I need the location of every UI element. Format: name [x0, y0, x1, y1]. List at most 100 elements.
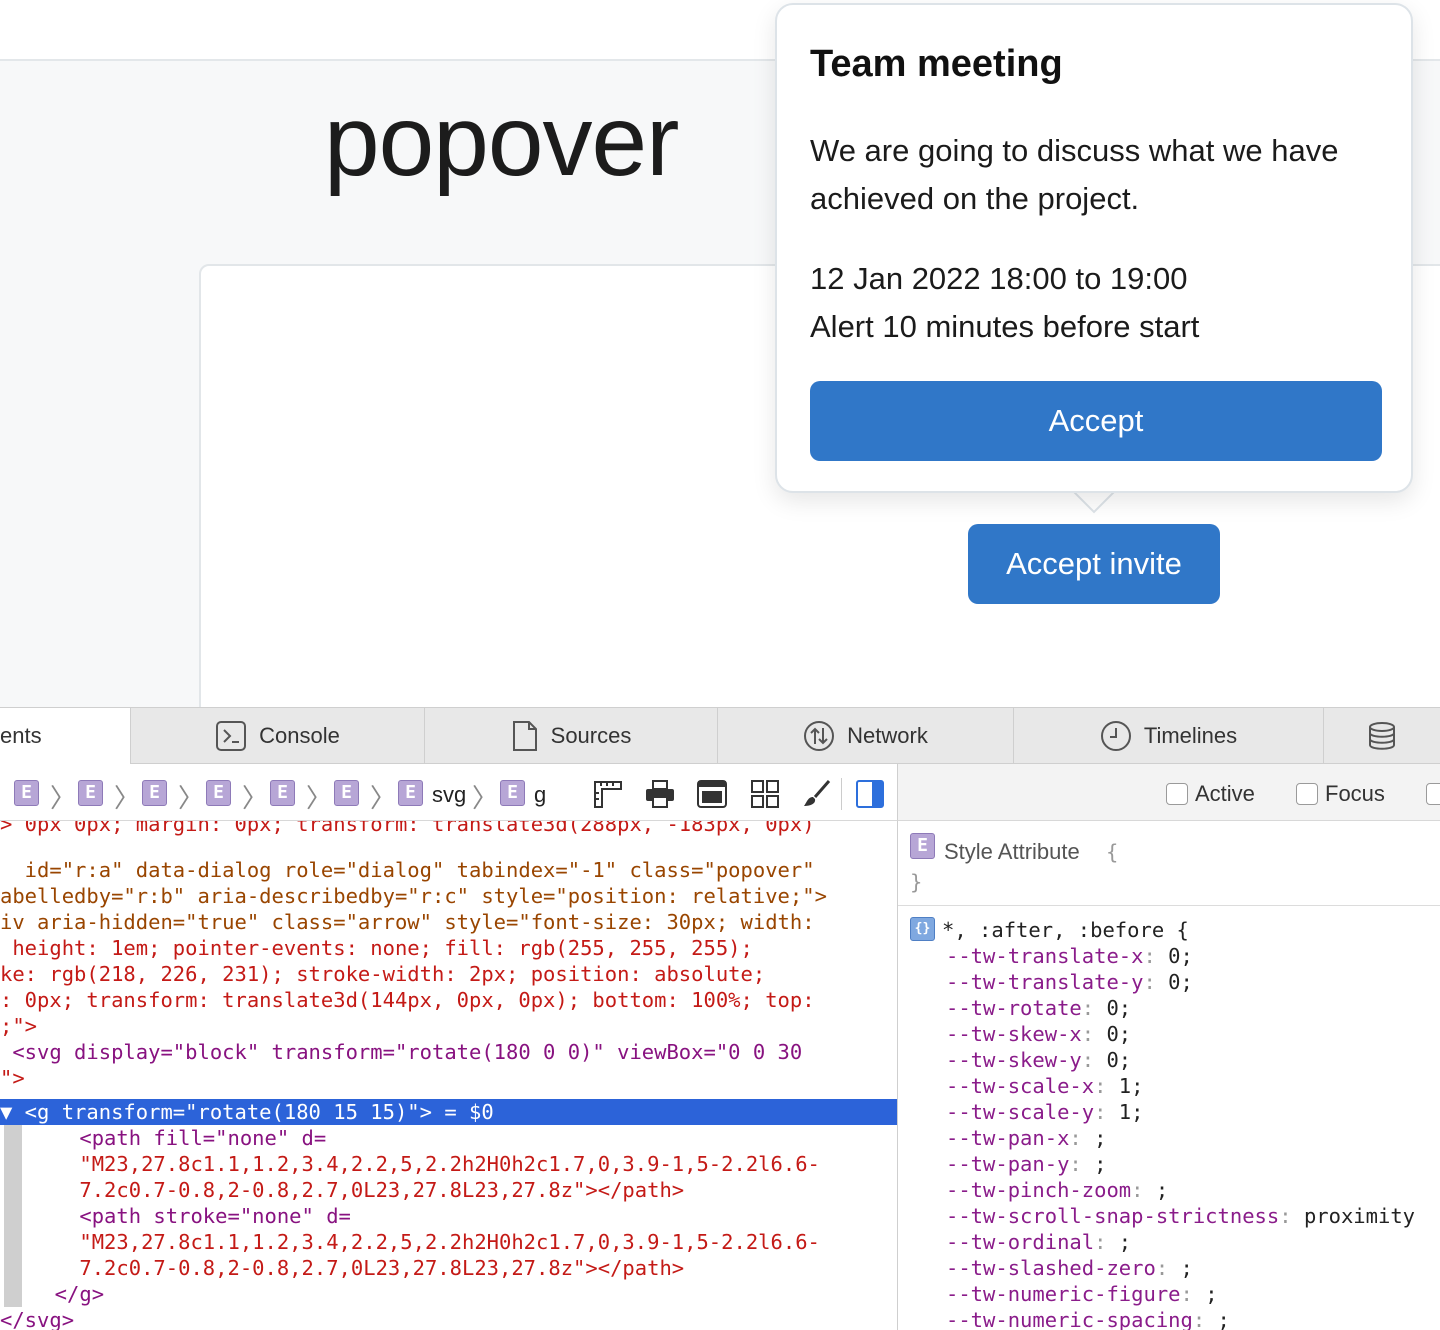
- style-declaration[interactable]: --tw-pan-x: ;: [946, 1125, 1106, 1151]
- rule-selector[interactable]: *, :after, :before {: [942, 917, 1189, 943]
- window-icon[interactable]: [696, 778, 728, 810]
- dom-line[interactable]: "M23,27.8c1.1,1.2,3.4,2.2,5,2.2h2H0h2c1.…: [30, 1229, 820, 1255]
- declaration-value[interactable]: ;: [1119, 1230, 1131, 1254]
- declaration-value[interactable]: ;: [1156, 1178, 1168, 1202]
- declaration-property[interactable]: --tw-numeric-spacing: [946, 1308, 1193, 1330]
- declaration-value[interactable]: ;: [1094, 1152, 1106, 1176]
- sidebar-toggle-icon[interactable]: [854, 778, 886, 810]
- breadcrumb-g[interactable]: g: [534, 782, 546, 808]
- tab-console[interactable]: Console: [131, 708, 425, 764]
- tab-timelines[interactable]: Timelines: [1014, 708, 1324, 764]
- breadcrumb-separator: 〉: [370, 783, 397, 813]
- dom-line[interactable]: ke: rgb(218, 226, 231); stroke-width: 2p…: [0, 961, 765, 987]
- style-declaration[interactable]: --tw-scroll-snap-strictness: proximity: [946, 1203, 1415, 1229]
- dom-line[interactable]: ">: [0, 1065, 25, 1091]
- dom-line[interactable]: : 0px; transform: translate3d(144px, 0px…: [0, 987, 815, 1013]
- style-declaration[interactable]: --tw-numeric-figure: ;: [946, 1281, 1218, 1307]
- dom-line[interactable]: </g>: [30, 1281, 104, 1307]
- declaration-value[interactable]: 0;: [1106, 1022, 1131, 1046]
- dom-line[interactable]: ;">: [0, 1013, 37, 1039]
- style-declaration[interactable]: --tw-slashed-zero: ;: [946, 1255, 1193, 1281]
- element-badge[interactable]: E: [142, 780, 167, 806]
- dom-line[interactable]: abelledby="r:b" aria-describedby="r:c" s…: [0, 883, 827, 909]
- declaration-value[interactable]: ;: [1181, 1256, 1193, 1280]
- toolbar-divider: [841, 778, 842, 810]
- declaration-property[interactable]: --tw-translate-y: [946, 970, 1143, 994]
- style-declaration[interactable]: --tw-ordinal: ;: [946, 1229, 1131, 1255]
- style-declaration[interactable]: --tw-translate-y: 0;: [946, 969, 1193, 995]
- style-declaration[interactable]: --tw-rotate: 0;: [946, 995, 1131, 1021]
- element-badge[interactable]: E: [14, 780, 39, 806]
- element-badge[interactable]: E: [334, 780, 359, 806]
- declaration-value[interactable]: 0;: [1106, 996, 1131, 1020]
- declaration-value[interactable]: 1;: [1119, 1100, 1144, 1124]
- tab-network[interactable]: Network: [718, 708, 1014, 764]
- tab-sources[interactable]: Sources: [425, 708, 718, 764]
- declaration-value[interactable]: 0;: [1168, 944, 1193, 968]
- style-declaration[interactable]: --tw-scale-x: 1;: [946, 1073, 1143, 1099]
- dom-line[interactable]: <path stroke="none" d=: [30, 1203, 351, 1229]
- style-declaration[interactable]: --tw-pan-y: ;: [946, 1151, 1106, 1177]
- selected-dom-node[interactable]: ▼ <g transform="rotate(180 15 15)"> = $0: [0, 1099, 897, 1125]
- dom-line[interactable]: "M23,27.8c1.1,1.2,3.4,2.2,5,2.2h2H0h2c1.…: [30, 1151, 820, 1177]
- element-badge[interactable]: E: [500, 780, 525, 806]
- declaration-property[interactable]: --tw-translate-x: [946, 944, 1143, 968]
- dom-line[interactable]: height: 1em; pointer-events: none; fill:…: [0, 935, 753, 961]
- declaration-property[interactable]: --tw-pinch-zoom: [946, 1178, 1131, 1202]
- declaration-property[interactable]: --tw-pan-x: [946, 1126, 1069, 1150]
- declaration-property[interactable]: --tw-scale-x: [946, 1074, 1094, 1098]
- dom-line[interactable]: </svg>: [0, 1307, 74, 1330]
- tab-storage[interactable]: [1324, 708, 1440, 764]
- style-declaration[interactable]: --tw-skew-y: 0;: [946, 1047, 1131, 1073]
- declaration-property[interactable]: --tw-scale-y: [946, 1100, 1094, 1124]
- declaration-value[interactable]: 0;: [1106, 1048, 1131, 1072]
- dom-line[interactable]: 7.2c0.7-0.8,2-0.8,2.7,0L23,27.8L23,27.8z…: [30, 1255, 684, 1281]
- element-badge[interactable]: E: [270, 780, 295, 806]
- dom-line[interactable]: id="r:a" data-dialog role="dialog" tabin…: [0, 857, 815, 883]
- declaration-property[interactable]: --tw-skew-y: [946, 1048, 1082, 1072]
- element-badge[interactable]: E: [78, 780, 103, 806]
- declaration-value[interactable]: 1;: [1119, 1074, 1144, 1098]
- declaration-property[interactable]: --tw-slashed-zero: [946, 1256, 1156, 1280]
- declaration-value[interactable]: proximity: [1304, 1204, 1415, 1228]
- focus-checkbox[interactable]: [1296, 783, 1318, 805]
- dom-line[interactable]: > 0px 0px; margin: 0px; transform: trans…: [0, 821, 815, 837]
- popover-alert: Alert 10 minutes before start: [810, 309, 1200, 344]
- storage-icon: [1369, 722, 1395, 750]
- element-badge[interactable]: E: [398, 780, 423, 806]
- declaration-value[interactable]: 0;: [1168, 970, 1193, 994]
- active-checkbox[interactable]: [1166, 783, 1188, 805]
- dom-line[interactable]: iv aria-hidden="true" class="arrow" styl…: [0, 909, 815, 935]
- grid-icon[interactable]: [749, 778, 781, 810]
- declaration-value[interactable]: ;: [1218, 1308, 1230, 1330]
- declaration-property[interactable]: --tw-skew-x: [946, 1022, 1082, 1046]
- ruler-icon[interactable]: [592, 778, 624, 810]
- element-badge[interactable]: E: [206, 780, 231, 806]
- style-declaration[interactable]: --tw-translate-x: 0;: [946, 943, 1193, 969]
- declaration-colon: :: [1180, 1282, 1206, 1306]
- declaration-value[interactable]: ;: [1094, 1126, 1106, 1150]
- dom-line[interactable]: <path fill="none" d=: [30, 1125, 326, 1151]
- paintbrush-icon[interactable]: [801, 778, 833, 810]
- dom-line[interactable]: <svg display="block" transform="rotate(1…: [0, 1039, 802, 1065]
- declaration-value[interactable]: ;: [1205, 1282, 1217, 1306]
- declaration-colon: :: [1155, 1256, 1181, 1280]
- print-icon[interactable]: [644, 778, 676, 810]
- dom-line-selected[interactable]: ▼ <g transform="rotate(180 15 15)"> = $0: [0, 1099, 494, 1125]
- accept-invite-button[interactable]: Accept invite: [968, 524, 1220, 604]
- declaration-property[interactable]: --tw-pan-y: [946, 1152, 1069, 1176]
- declaration-property[interactable]: --tw-scroll-snap-strictness: [946, 1204, 1279, 1228]
- style-declaration[interactable]: --tw-scale-y: 1;: [946, 1099, 1143, 1125]
- style-declaration[interactable]: --tw-numeric-spacing: ;: [946, 1307, 1230, 1330]
- style-declaration[interactable]: --tw-skew-x: 0;: [946, 1021, 1131, 1047]
- tab-elements[interactable]: ents: [0, 708, 131, 764]
- declaration-property[interactable]: --tw-numeric-figure: [946, 1282, 1181, 1306]
- style-declaration[interactable]: --tw-pinch-zoom: ;: [946, 1177, 1168, 1203]
- declaration-property[interactable]: --tw-rotate: [946, 996, 1082, 1020]
- close-brace: }: [910, 870, 923, 894]
- hover-checkbox[interactable]: [1426, 783, 1440, 805]
- dom-line[interactable]: 7.2c0.7-0.8,2-0.8,2.7,0L23,27.8L23,27.8z…: [30, 1177, 684, 1203]
- breadcrumb-svg[interactable]: svg: [432, 782, 466, 808]
- declaration-property[interactable]: --tw-ordinal: [946, 1230, 1094, 1254]
- accept-button[interactable]: Accept: [810, 381, 1382, 461]
